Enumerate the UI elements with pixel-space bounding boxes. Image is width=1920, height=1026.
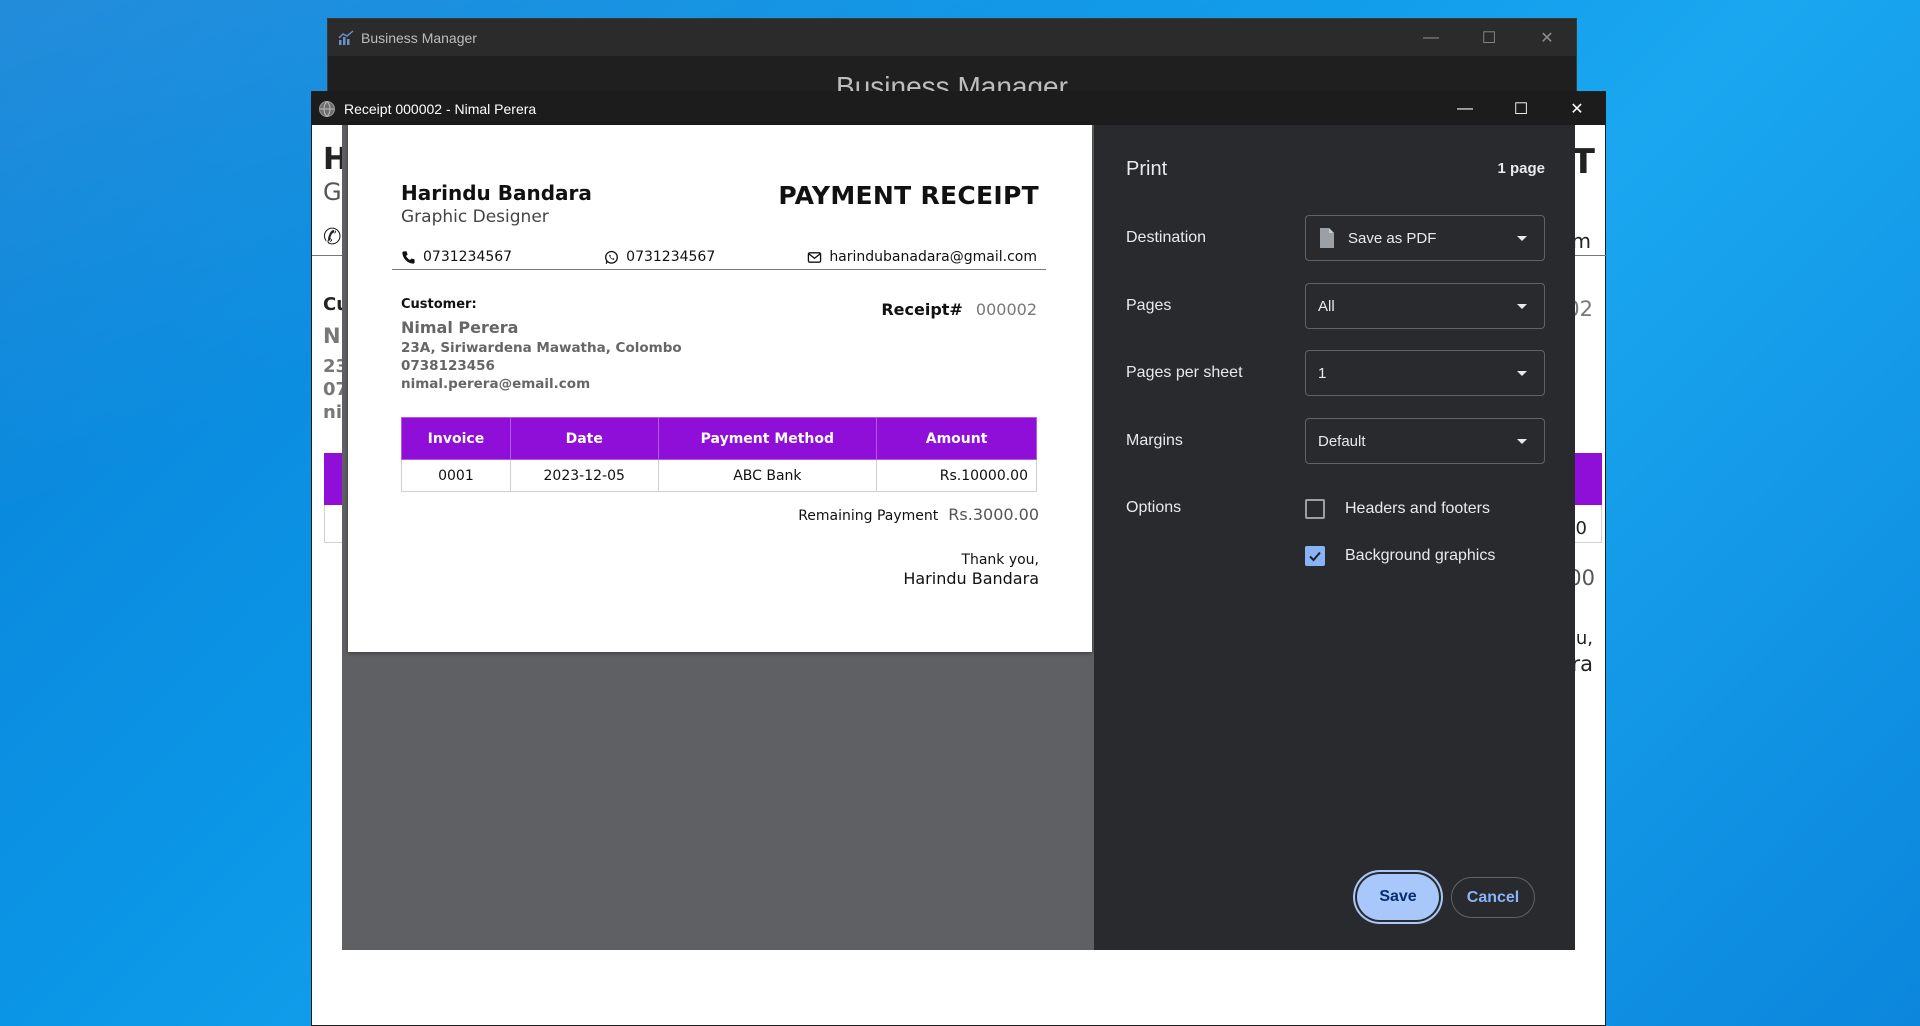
table-cell: Rs.10000.00 — [876, 459, 1037, 492]
table-cell: 0001 — [401, 459, 511, 492]
customer-name: Nimal Perera — [401, 318, 519, 337]
pages-select[interactable]: All — [1305, 283, 1545, 329]
payment-table: Invoice Date Payment Method Amount 0001 … — [401, 417, 1037, 492]
peek-text: 0 — [1575, 518, 1587, 539]
remaining-value: Rs.3000.00 — [948, 505, 1039, 524]
pages-label: Pages — [1126, 297, 1172, 314]
headers-footers-option[interactable]: Headers and footers — [1305, 499, 1490, 519]
background-graphics-label: Background graphics — [1345, 547, 1496, 564]
column-header: Date — [509, 417, 659, 460]
destination-select[interactable]: Save as PDF — [1305, 215, 1545, 261]
close-icon[interactable]: ✕ — [1549, 92, 1605, 125]
chevron-down-icon — [1517, 236, 1527, 241]
receipt-preview-page: Harindu Bandara Graphic Designer PAYMENT… — [348, 125, 1092, 652]
thanks-text: Thank you, — [961, 552, 1039, 568]
print-dialog: Harindu Bandara Graphic Designer PAYMENT… — [342, 125, 1575, 950]
peek-text: G — [323, 178, 342, 206]
margins-value: Default — [1318, 432, 1366, 450]
minimize-icon[interactable]: — — [1402, 19, 1460, 56]
receipt-number-label: Receipt# — [881, 300, 963, 319]
receipt-titlebar[interactable]: Receipt 000002 - Nimal Perera — ☐ ✕ — [312, 92, 1605, 125]
contact-phone: 0731234567 — [401, 249, 512, 265]
receipt-window-title: Receipt 000002 - Nimal Perera — [344, 100, 537, 117]
envelope-icon — [808, 251, 822, 263]
headers-footers-label: Headers and footers — [1345, 500, 1490, 517]
contact-bar: 0731234567 0731234567 harindubanadara@gm… — [392, 245, 1046, 270]
cancel-button[interactable]: Cancel — [1451, 877, 1535, 918]
document-icon — [1320, 228, 1334, 248]
pages-per-sheet-label: Pages per sheet — [1126, 364, 1243, 381]
print-preview: Harindu Bandara Graphic Designer PAYMENT… — [342, 125, 1094, 950]
margins-select[interactable]: Default — [1305, 418, 1545, 464]
background-graphics-option[interactable]: Background graphics — [1305, 546, 1495, 566]
contact-whatsapp: 0731234567 — [604, 249, 715, 265]
pages-per-sheet-select[interactable]: 1 — [1305, 350, 1545, 396]
page-count: 1 page — [1497, 160, 1545, 177]
customer-address: 23A, Siriwardena Mawatha, Colombo — [401, 340, 682, 356]
whatsapp-icon — [605, 250, 619, 264]
customer-email: nimal.perera@email.com — [401, 376, 591, 392]
headers-footers-checkbox[interactable] — [1305, 499, 1325, 519]
options-label: Options — [1126, 499, 1182, 516]
table-cell: 2023-12-05 — [509, 459, 659, 492]
checkmark-icon — [1309, 551, 1321, 562]
bm-header: Business Manager — [328, 56, 1576, 96]
remaining-label: Remaining Payment — [798, 508, 939, 524]
print-settings-panel: Print 1 page Destination Save as PDF Pag… — [1094, 125, 1575, 950]
column-header: Payment Method — [657, 417, 878, 460]
close-icon[interactable]: ✕ — [1518, 19, 1576, 56]
peek-text: u, — [1575, 628, 1593, 649]
issuer-name: Harindu Bandara — [401, 181, 592, 205]
table-cell: ABC Bank — [657, 459, 878, 492]
column-header: Invoice — [401, 417, 511, 460]
maximize-icon[interactable]: ☐ — [1493, 92, 1549, 125]
destination-label: Destination — [1126, 229, 1207, 246]
chevron-down-icon — [1517, 371, 1527, 376]
phone-icon: ✆ — [323, 225, 342, 250]
print-title: Print — [1126, 158, 1168, 180]
issuer-role: Graphic Designer — [401, 207, 549, 227]
receipt-number: 000002 — [975, 300, 1037, 319]
peek-text: ni — [323, 402, 342, 423]
phone-number: 0731234567 — [423, 249, 513, 265]
table-row: 0001 2023-12-05 ABC Bank Rs.10000.00 — [401, 459, 1037, 492]
destination-value: Save as PDF — [1348, 229, 1437, 247]
table-header-row: Invoice Date Payment Method Amount — [401, 417, 1037, 460]
globe-icon — [319, 100, 335, 117]
chart-app-icon — [338, 29, 354, 45]
chevron-down-icon — [1517, 304, 1527, 309]
email-address: harindubanadara@gmail.com — [829, 249, 1037, 265]
margins-label: Margins — [1126, 432, 1183, 449]
peek-text: T — [1571, 142, 1595, 182]
signer-name: Harindu Bandara — [903, 569, 1039, 588]
receipt-number-block: Receipt# 000002 — [881, 300, 1037, 319]
phone-icon — [402, 250, 415, 264]
customer-phone: 0738123456 — [401, 358, 495, 374]
column-header: Amount — [876, 417, 1037, 460]
chevron-down-icon — [1517, 439, 1527, 444]
maximize-icon[interactable]: ☐ — [1460, 19, 1518, 56]
receipt-title: PAYMENT RECEIPT — [778, 181, 1039, 210]
whatsapp-number: 0731234567 — [626, 249, 716, 265]
pages-value: All — [1318, 297, 1335, 315]
bm-title: Business Manager — [361, 29, 477, 46]
bm-titlebar[interactable]: Business Manager — ☐ ✕ — [328, 19, 1576, 56]
remaining-payment: Remaining Payment Rs.3000.00 — [798, 505, 1039, 524]
pages-per-sheet-value: 1 — [1318, 364, 1327, 382]
customer-label: Customer: — [401, 297, 477, 312]
background-graphics-checkbox[interactable] — [1305, 546, 1325, 566]
minimize-icon[interactable]: — — [1437, 92, 1493, 125]
save-button[interactable]: Save — [1357, 874, 1439, 920]
contact-email: harindubanadara@gmail.com — [807, 249, 1037, 265]
